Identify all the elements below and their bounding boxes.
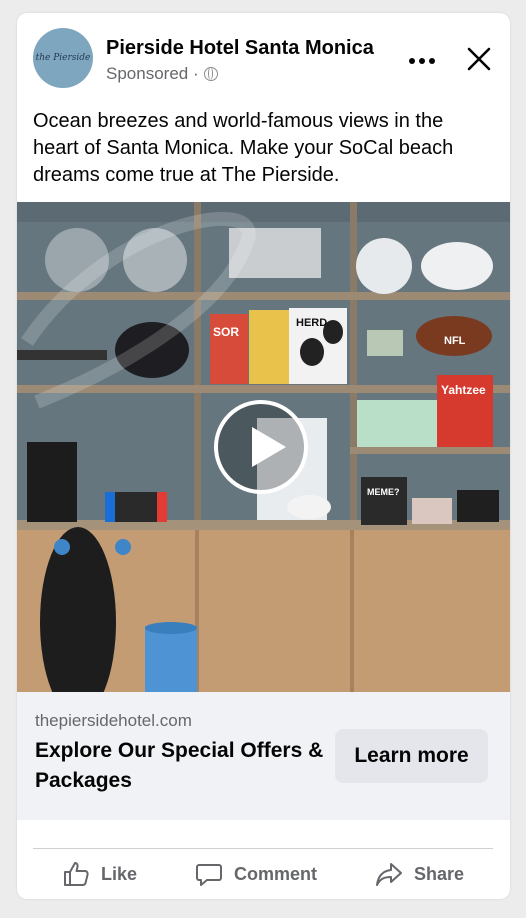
close-icon[interactable] [465, 45, 493, 73]
share-button[interactable]: Share [374, 856, 464, 892]
link-domain: thepiersidehotel.com [35, 711, 192, 730]
sponsored-label: Sponsored · [106, 64, 199, 83]
link-headline: Explore Our Special Offers & Packages [35, 739, 324, 792]
learn-more-button[interactable]: Learn more [335, 729, 488, 783]
box-label-herd: HERD [296, 317, 327, 329]
sponsored-line: Sponsored · [106, 64, 218, 84]
page-avatar[interactable]: the Pierside [33, 28, 93, 88]
ball-label-nfl: NFL [444, 335, 466, 347]
thumbs-up-icon [64, 862, 89, 886]
more-options-icon[interactable] [409, 55, 437, 67]
like-button[interactable]: Like [61, 856, 137, 892]
ad-post-card: the Pierside Pierside Hotel Santa Monica… [17, 13, 510, 899]
link-preview[interactable]: thepiersidehotel.com Explore Our Special… [17, 692, 510, 820]
post-body-text: Ocean breezes and world-famous views in … [33, 110, 454, 186]
post-header: the Pierside Pierside Hotel Santa Monica… [17, 13, 510, 103]
share-label: Share [414, 863, 465, 884]
comment-label: Comment [234, 863, 318, 884]
like-label: Like [101, 863, 138, 884]
box-label-meme: MEME? [367, 487, 400, 497]
comment-bubble-icon [196, 864, 222, 886]
avatar-logo-text: the Pierside [35, 53, 91, 63]
globe-icon [203, 67, 218, 81]
comment-button[interactable]: Comment [194, 856, 317, 892]
video-thumbnail[interactable]: SOR HERD NFL Yahtzee MEME? [17, 202, 510, 692]
play-video-button[interactable] [214, 400, 308, 494]
box-label-yahtzee: Yahtzee [441, 383, 486, 397]
share-arrow-icon [376, 863, 402, 886]
box-label-sor: SOR [213, 325, 239, 339]
actions-divider [33, 848, 493, 849]
page-name[interactable]: Pierside Hotel Santa Monica [106, 37, 374, 60]
